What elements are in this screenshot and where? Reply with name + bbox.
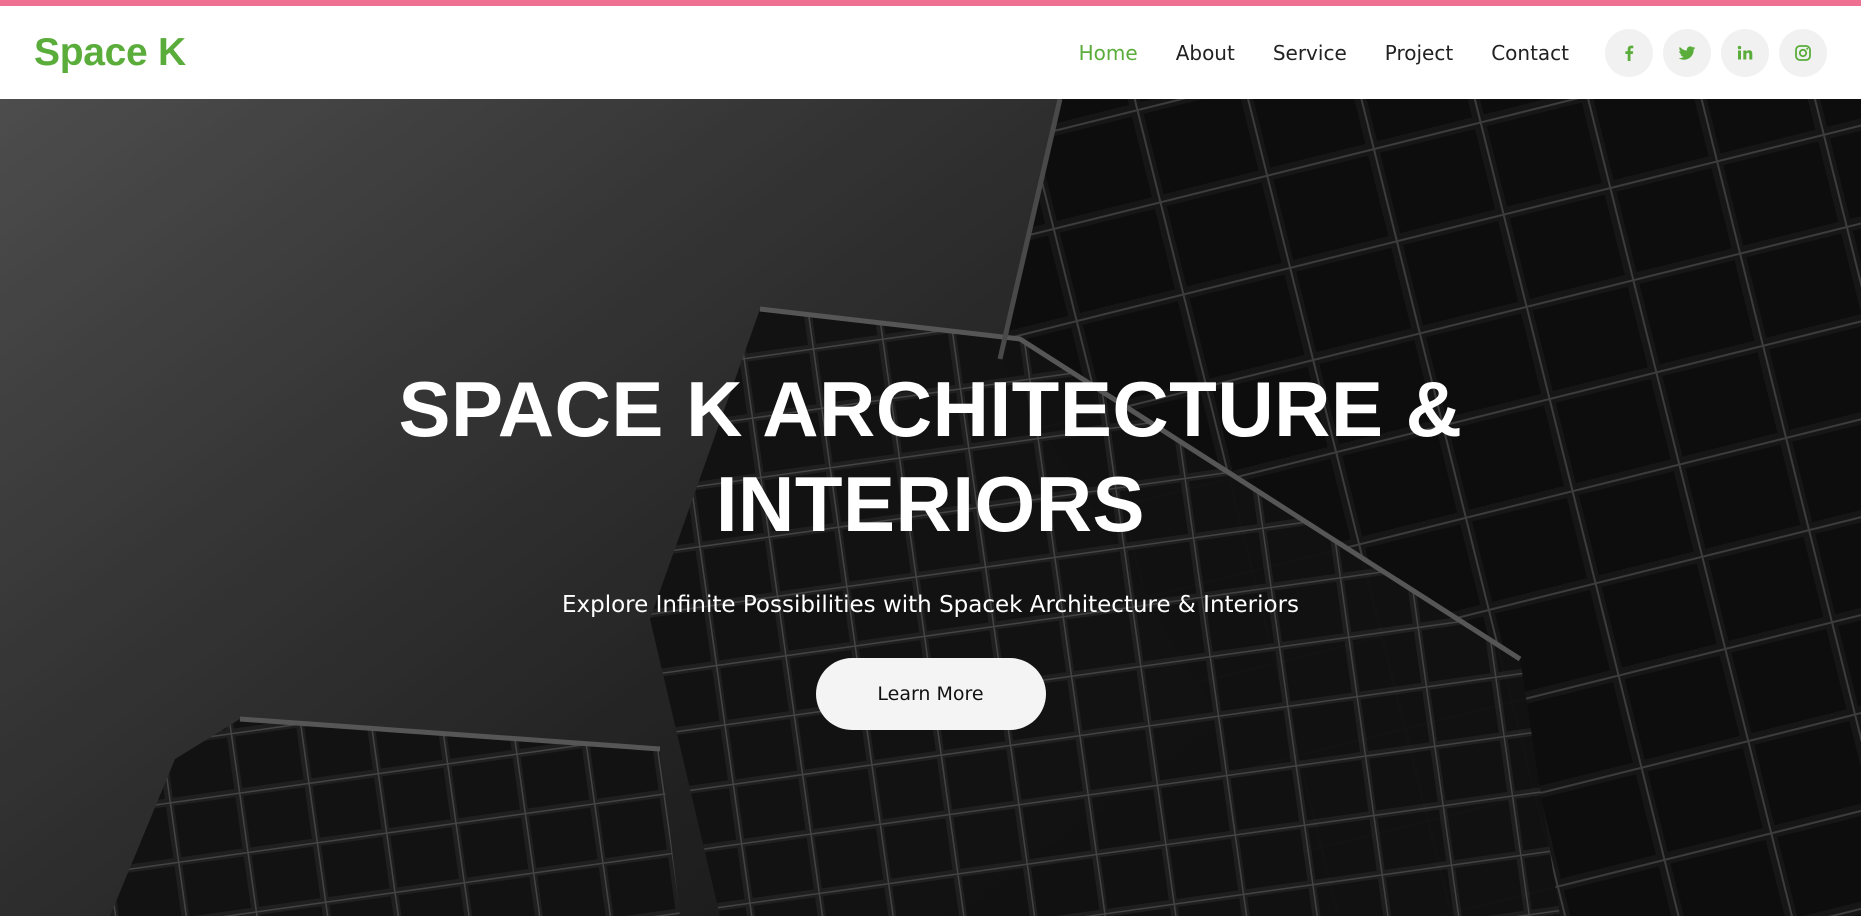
learn-more-button[interactable]: Learn More — [815, 658, 1046, 730]
brand-logo[interactable]: Space K — [34, 31, 186, 75]
instagram-icon — [1795, 44, 1811, 61]
nav-link-about[interactable]: About — [1176, 41, 1235, 65]
hero-section: SPACE K ARCHITECTURE & INTERIORS Explore… — [0, 99, 1861, 916]
facebook-button[interactable] — [1605, 28, 1653, 77]
hero-subtitle: Explore Infinite Possibilities with Spac… — [561, 592, 1300, 618]
nav-link-service[interactable]: Service — [1273, 41, 1347, 65]
hero-title: SPACE K ARCHITECTURE & INTERIORS — [398, 365, 1463, 548]
hero-content: SPACE K ARCHITECTURE & INTERIORS Explore… — [0, 362, 1861, 730]
nav-link-project[interactable]: Project — [1385, 41, 1453, 65]
social-links — [1605, 28, 1827, 77]
nav-link-contact[interactable]: Contact — [1491, 41, 1569, 65]
linkedin-icon — [1737, 45, 1753, 59]
navbar: Space K Home About Service Project Conta… — [0, 6, 1861, 99]
page: Space K Home About Service Project Conta… — [0, 0, 1861, 916]
linkedin-button[interactable] — [1721, 28, 1769, 77]
nav-link-home[interactable]: Home — [1079, 41, 1138, 65]
twitter-icon — [1678, 45, 1696, 60]
facebook-icon — [1625, 45, 1634, 61]
main-nav: Home About Service Project Contact — [1041, 28, 1827, 77]
twitter-button[interactable] — [1663, 28, 1711, 77]
instagram-button[interactable] — [1779, 28, 1827, 77]
